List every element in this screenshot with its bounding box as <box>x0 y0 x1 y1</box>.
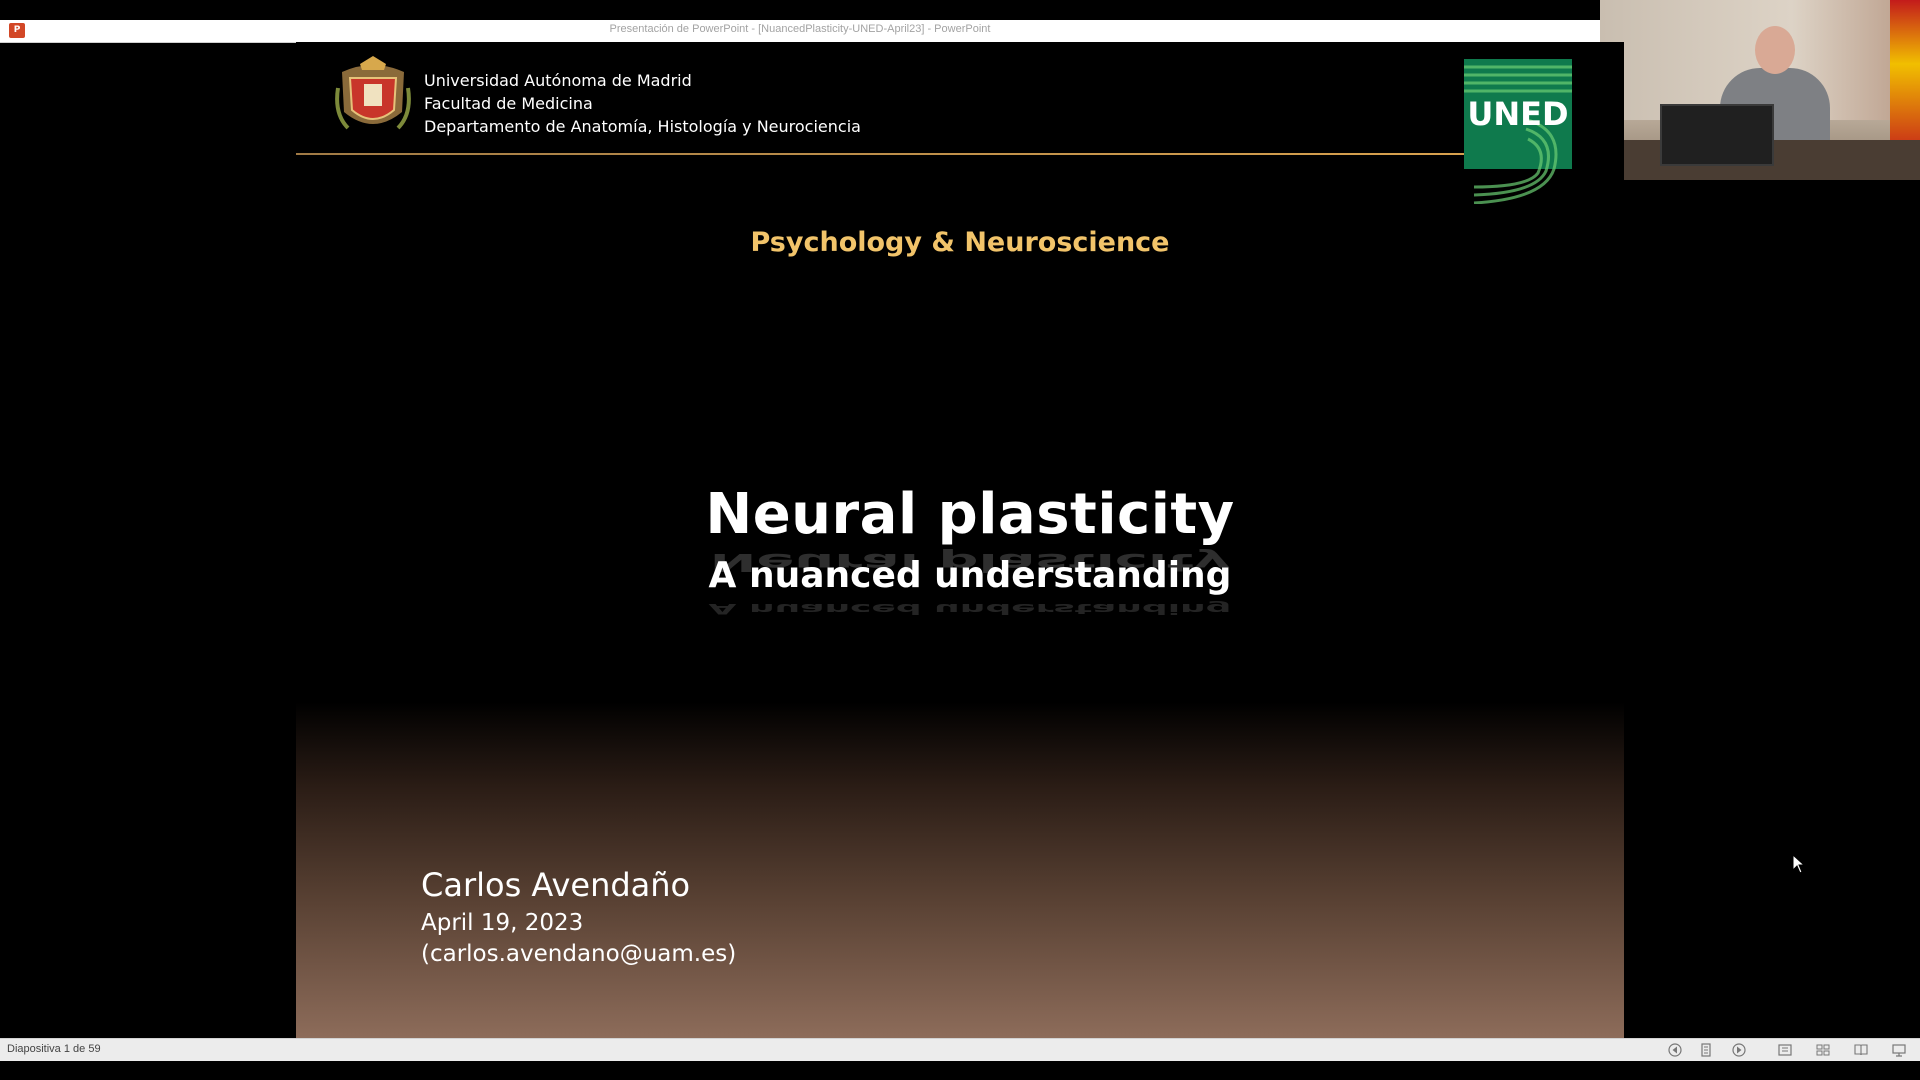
author-name: Carlos Avendaño <box>421 866 691 904</box>
speaker-head <box>1755 26 1795 74</box>
normal-view-icon[interactable] <box>1777 1042 1793 1058</box>
subtitle-reflection: A nuanced understanding <box>708 600 1232 617</box>
presentation-date: April 19, 2023 <box>421 910 584 936</box>
next-icon[interactable] <box>1731 1042 1747 1058</box>
slide-canvas: Universidad Autónoma de Madrid Facultad … <box>296 42 1624 1038</box>
institution-block: Universidad Autónoma de Madrid Facultad … <box>424 69 861 138</box>
previous-icon[interactable] <box>1667 1042 1683 1058</box>
slide-sorter-icon[interactable] <box>1815 1042 1831 1058</box>
notes-icon[interactable] <box>1698 1042 1714 1058</box>
flag-image <box>1890 0 1920 160</box>
screen-bottom-edge <box>0 1061 1920 1080</box>
slide-counter: Diapositiva 1 de 59 <box>7 1043 101 1055</box>
university-name: Universidad Autónoma de Madrid <box>424 71 692 90</box>
uned-logo-text: UNED <box>1467 95 1568 133</box>
slide-title: Neural plasticity <box>705 482 1235 547</box>
faculty-name: Facultad de Medicina <box>424 94 593 113</box>
department-name: Departamento de Anatomía, Histología y N… <box>424 117 861 136</box>
status-bar: Diapositiva 1 de 59 <box>0 1038 1920 1061</box>
slideshow-icon[interactable] <box>1891 1042 1907 1058</box>
header-divider <box>296 153 1486 155</box>
course-title: Psychology & Neuroscience <box>750 227 1170 258</box>
slide-subtitle: A nuanced understanding <box>708 555 1232 596</box>
laptop-image <box>1660 104 1774 166</box>
window-title-bar: P Presentación de PowerPoint - [NuancedP… <box>0 20 1600 43</box>
mouse-cursor-icon <box>1792 854 1806 874</box>
window-title: Presentación de PowerPoint - [NuancedPla… <box>609 23 991 35</box>
university-crest-icon <box>335 56 411 130</box>
webcam-video <box>1600 0 1920 180</box>
author-email: (carlos.avendano@uam.es) <box>421 941 737 967</box>
uned-logo: UNED <box>1464 59 1572 204</box>
reading-view-icon[interactable] <box>1853 1042 1869 1058</box>
